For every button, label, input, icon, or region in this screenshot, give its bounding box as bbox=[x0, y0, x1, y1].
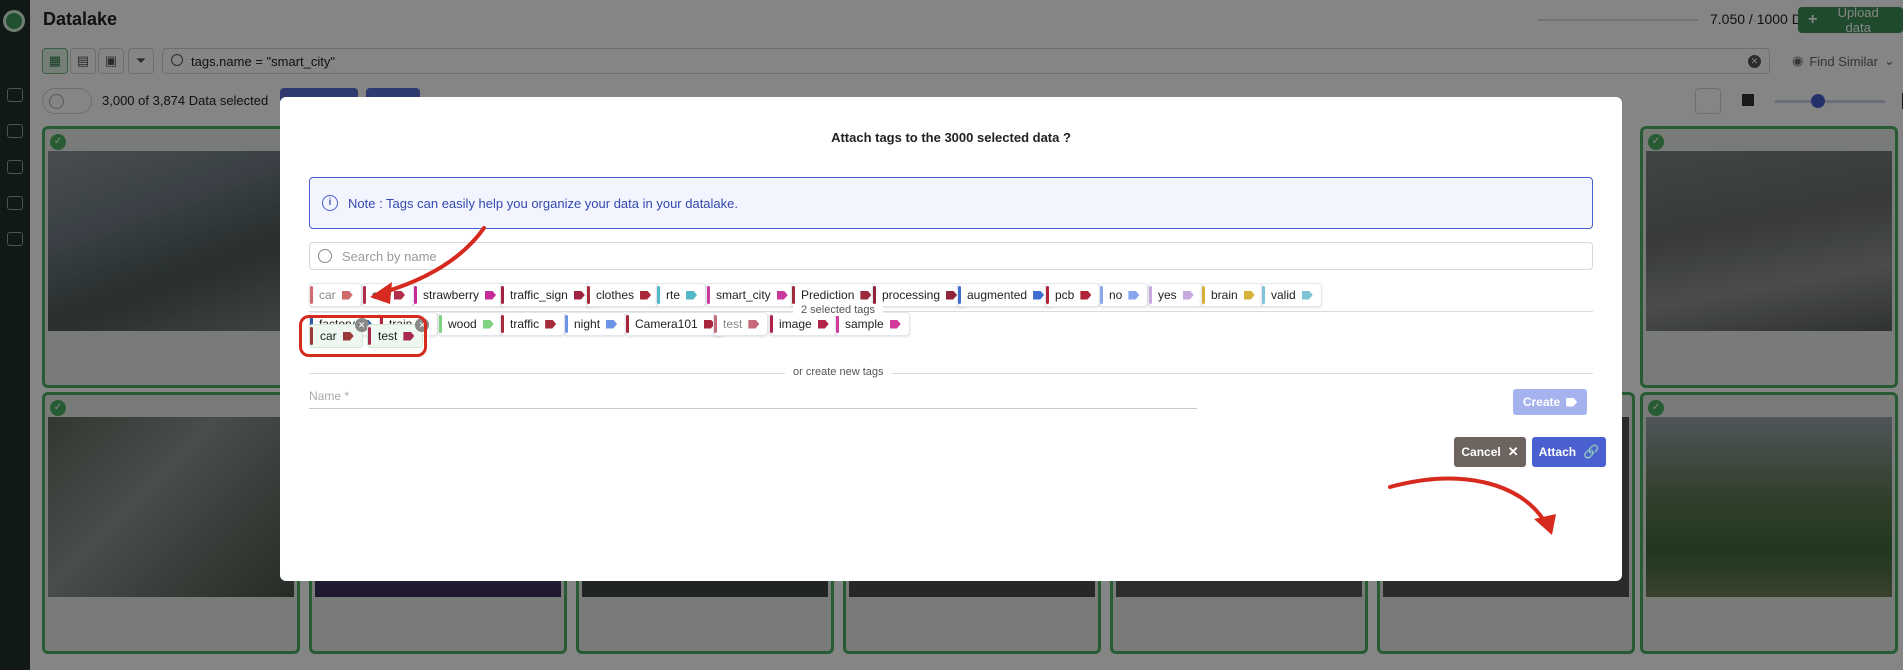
tag-chip[interactable]: processing bbox=[872, 283, 967, 307]
tag-chip[interactable]: traffic bbox=[500, 312, 566, 336]
tag-icon bbox=[545, 319, 557, 329]
create-tag-button[interactable]: Create bbox=[1513, 389, 1587, 415]
tag-chip[interactable]: smart_city bbox=[706, 283, 797, 307]
attach-button[interactable]: Attach 🔗 bbox=[1532, 437, 1606, 467]
tag-icon bbox=[1128, 290, 1140, 300]
tag-chip[interactable]: strawberry bbox=[413, 283, 506, 307]
tag-icon bbox=[394, 290, 406, 300]
tag-name: brain bbox=[1211, 288, 1238, 302]
new-tag-name-input[interactable]: Name * bbox=[309, 385, 1197, 409]
tag-icon bbox=[341, 290, 353, 300]
tag-icon bbox=[1243, 290, 1255, 300]
tag-icon bbox=[817, 319, 829, 329]
search-icon bbox=[318, 249, 332, 263]
tag-icon bbox=[1566, 397, 1578, 407]
tag-name: valid bbox=[1271, 288, 1296, 302]
tag-chip[interactable]: yes bbox=[1148, 283, 1203, 307]
tag-name: sample bbox=[845, 317, 884, 331]
tag-name: pcb bbox=[1055, 288, 1075, 302]
tag-name: augmented bbox=[967, 288, 1028, 302]
link-icon: 🔗 bbox=[1583, 444, 1600, 459]
tag-name: rte bbox=[666, 288, 681, 302]
new-tag-name-label: Name * bbox=[309, 389, 350, 403]
tag-chip[interactable]: car bbox=[309, 283, 362, 307]
create-label: Create bbox=[1522, 395, 1561, 409]
tag-name: image bbox=[779, 317, 812, 331]
tag-chip[interactable]: Camera101 bbox=[625, 312, 724, 336]
tag-chip[interactable]: rte bbox=[656, 283, 707, 307]
tag-chip[interactable]: night bbox=[564, 312, 627, 336]
divider bbox=[309, 373, 1593, 374]
tag-icon bbox=[776, 290, 788, 300]
tag-icon bbox=[606, 319, 618, 329]
tag-chip[interactable]: valid bbox=[1261, 283, 1322, 307]
tag-name: no bbox=[1109, 288, 1123, 302]
tag-name: processing bbox=[882, 288, 941, 302]
tag-name: cat bbox=[372, 288, 389, 302]
tag-name: night bbox=[574, 317, 601, 331]
tag-name: wood bbox=[448, 317, 477, 331]
tag-icon bbox=[640, 290, 652, 300]
tag-name: Camera101 bbox=[635, 317, 698, 331]
tag-icon bbox=[482, 319, 494, 329]
tag-chip[interactable]: brain bbox=[1201, 283, 1264, 307]
tag-search-input[interactable]: Search by name bbox=[309, 242, 1593, 270]
info-note-text: Note : Tags can easily help you organize… bbox=[348, 196, 738, 211]
tag-chip[interactable]: clothes bbox=[586, 283, 661, 307]
tag-icon bbox=[889, 319, 901, 329]
tag-icon bbox=[1080, 290, 1092, 300]
cancel-label: Cancel bbox=[1461, 445, 1501, 459]
tag-name: yes bbox=[1158, 288, 1177, 302]
tag-icon bbox=[1182, 290, 1194, 300]
tag-name: Prediction bbox=[801, 288, 855, 302]
tag-name: test bbox=[723, 317, 743, 331]
selected-tags-heading: 2 selected tags bbox=[793, 304, 883, 316]
tag-chip[interactable]: cat bbox=[362, 283, 415, 307]
tag-icon bbox=[686, 290, 698, 300]
tag-name: car bbox=[319, 288, 336, 302]
datalake-app: Datalake 7.050 / 1000 DPU + Upload data … bbox=[0, 0, 1903, 670]
annotation-highlight-box bbox=[299, 315, 427, 357]
tag-chip[interactable]: augmented bbox=[957, 283, 1054, 307]
attach-label: Attach bbox=[1538, 445, 1577, 459]
tag-icon bbox=[860, 290, 872, 300]
tag-name: clothes bbox=[596, 288, 635, 302]
info-note: i Note : Tags can easily help you organi… bbox=[309, 177, 1593, 229]
tag-name: traffic_sign bbox=[510, 288, 568, 302]
create-tags-heading: or create new tags bbox=[785, 366, 892, 378]
info-icon: i bbox=[322, 195, 338, 211]
tag-icon bbox=[1033, 290, 1045, 300]
tag-icon bbox=[946, 290, 958, 300]
tag-chip[interactable]: traffic_sign bbox=[500, 283, 594, 307]
tag-search-placeholder: Search by name bbox=[342, 249, 437, 264]
tag-chip[interactable]: pcb bbox=[1045, 283, 1101, 307]
tag-chip[interactable]: test bbox=[713, 312, 769, 336]
attach-tags-dialog: Attach tags to the 3000 selected data ? … bbox=[280, 97, 1622, 581]
tag-name: traffic bbox=[510, 317, 540, 331]
tag-chip[interactable]: wood bbox=[438, 312, 503, 336]
tag-icon bbox=[748, 319, 760, 329]
divider bbox=[309, 311, 1593, 312]
tag-name: smart_city bbox=[716, 288, 771, 302]
close-icon: ✕ bbox=[1507, 444, 1519, 459]
tag-chip[interactable]: no bbox=[1099, 283, 1149, 307]
dialog-title: Attach tags to the 3000 selected data ? bbox=[831, 130, 1071, 145]
cancel-button[interactable]: Cancel ✕ bbox=[1454, 437, 1526, 467]
tag-name: strawberry bbox=[423, 288, 480, 302]
tag-icon bbox=[1301, 290, 1313, 300]
tag-icon bbox=[573, 290, 585, 300]
tag-icon bbox=[485, 290, 497, 300]
